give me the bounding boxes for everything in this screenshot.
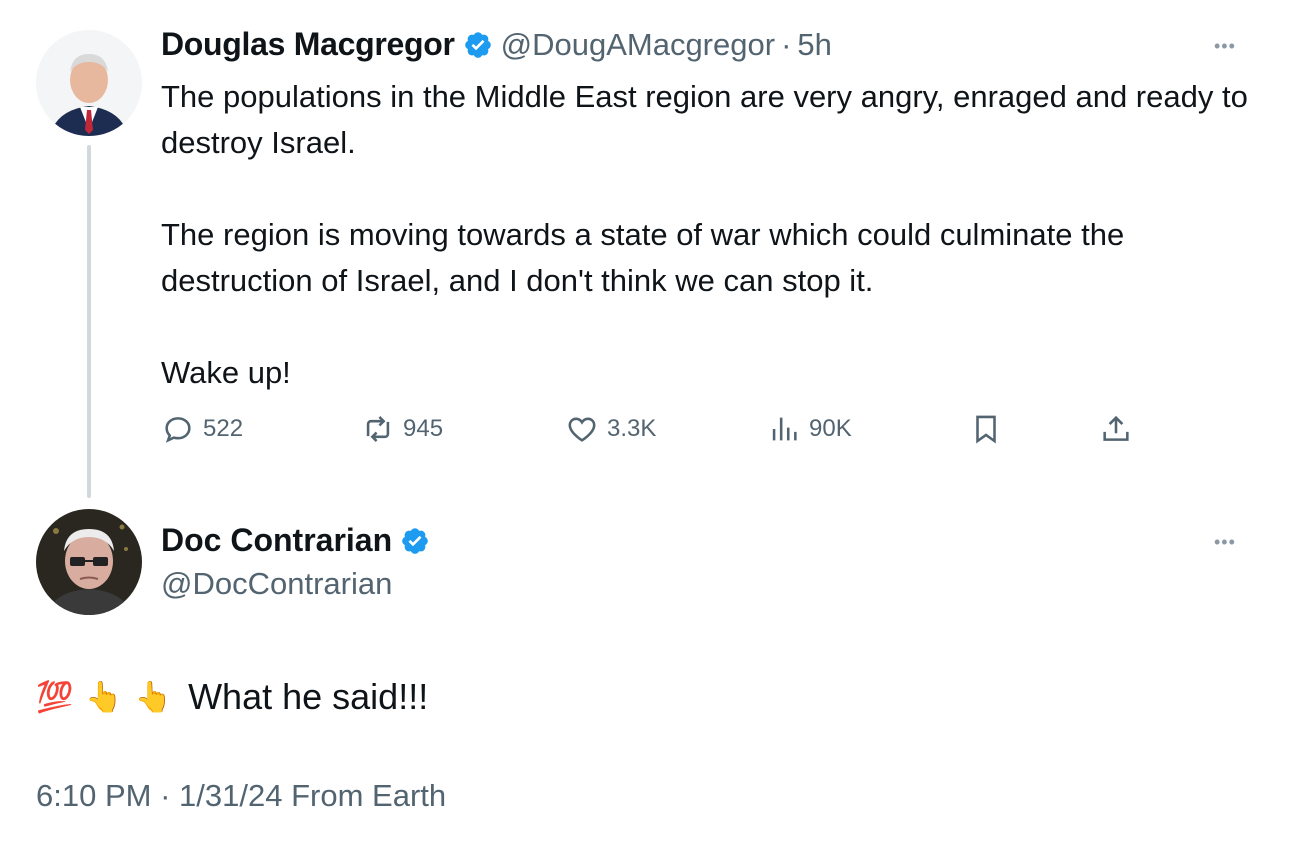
heart-icon: [568, 417, 596, 442]
parent-header: Douglas Macgregor @DougAMacgregor · 5h: [161, 26, 832, 63]
parent-author-handle[interactable]: @DougAMacgregor: [501, 27, 775, 63]
upload-share-icon: [1103, 415, 1129, 441]
like-count: 3.3K: [607, 415, 657, 442]
reply-tweet-body: 💯 👆 👆 What he said!!!: [36, 676, 428, 718]
tweet-paragraph: Wake up!: [161, 355, 291, 390]
reply-more-options-icon[interactable]: •••: [1214, 532, 1236, 553]
pointing-up-emoji: 👆: [134, 680, 173, 714]
tweet-paragraph: The region is moving towards a state of …: [161, 217, 1125, 298]
parent-author-name[interactable]: Douglas Macgregor: [161, 26, 455, 63]
reply-author-handle[interactable]: @DocContrarian: [161, 566, 392, 602]
reply-avatar[interactable]: [36, 509, 142, 615]
parent-avatar[interactable]: [36, 30, 142, 136]
post-timestamp[interactable]: 6:10 PM: [36, 778, 151, 813]
thread-connector-line: [87, 145, 91, 498]
reply-button[interactable]: 522: [161, 412, 243, 446]
parent-post-time[interactable]: 5h: [797, 27, 831, 63]
pointing-up-emoji: 👆: [85, 680, 123, 714]
hundred-points-emoji: 💯: [36, 680, 74, 714]
repost-button[interactable]: 945: [361, 412, 443, 446]
reply-text: What he said!!!: [188, 676, 429, 717]
verified-badge-icon: [464, 31, 491, 58]
reply-header: Doc Contrarian: [161, 522, 430, 559]
speech-bubble-icon: [165, 417, 191, 443]
avatar-portrait-image: [36, 30, 142, 136]
parent-more-options-icon[interactable]: •••: [1214, 36, 1236, 57]
repost-arrows-icon: [366, 416, 390, 442]
header-separator: ·: [781, 26, 792, 62]
views-count: 90K: [809, 415, 852, 442]
post-source: From Earth: [291, 778, 447, 813]
reply-author-name[interactable]: Doc Contrarian: [161, 522, 392, 559]
footer-separator: ·: [160, 778, 171, 813]
views-button[interactable]: 90K: [767, 412, 852, 446]
bookmark-button[interactable]: [969, 412, 1003, 446]
repost-count: 945: [403, 415, 444, 442]
bookmark-icon: [976, 415, 996, 444]
like-button[interactable]: 3.3K: [565, 412, 656, 446]
action-bar: 522 945 3.3K 90K: [161, 412, 1141, 452]
post-meta-footer: 6:10 PM · 1/31/24 From Earth: [36, 778, 446, 814]
tweet-paragraph: The populations in the Middle East regio…: [161, 79, 1248, 160]
reply-count: 522: [203, 415, 244, 442]
avatar-portrait-image: [36, 509, 142, 615]
parent-tweet-body: The populations in the Middle East regio…: [161, 74, 1251, 396]
post-date[interactable]: 1/31/24: [179, 778, 282, 813]
share-button[interactable]: [1099, 412, 1133, 446]
bar-chart-icon: [772, 417, 797, 441]
verified-badge-icon: [402, 527, 428, 554]
